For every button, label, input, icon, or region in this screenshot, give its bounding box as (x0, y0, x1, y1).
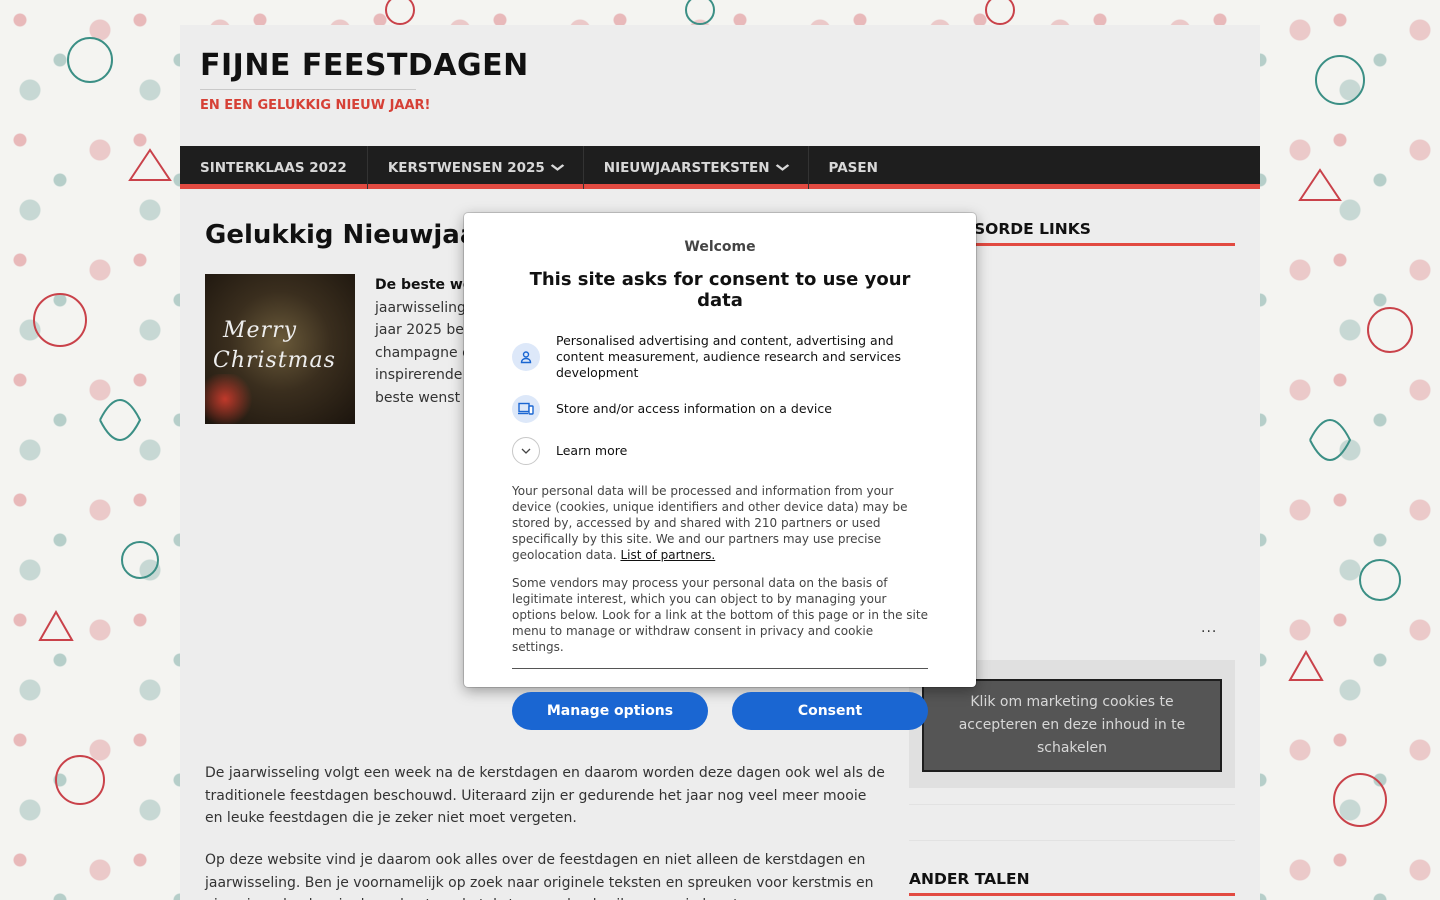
manage-options-button[interactable]: Manage options (512, 692, 708, 730)
learn-more-toggle[interactable]: Learn more (512, 437, 928, 465)
consent-heading: This site asks for consent to use your d… (529, 269, 911, 311)
consent-text-2: Some vendors may process your personal d… (512, 576, 928, 654)
consent-dialog: Welcome This site asks for consent to us… (464, 213, 976, 730)
purpose-label: Personalised advertising and content, ad… (556, 333, 901, 380)
consent-button[interactable]: Consent (732, 692, 928, 730)
chevron-down-icon[interactable] (512, 437, 540, 465)
devices-icon (512, 395, 540, 423)
consent-welcome: Welcome (684, 239, 756, 255)
purpose-personalised-ads: Personalised advertising and content, ad… (512, 333, 928, 381)
list-of-partners-link[interactable]: List of partners. (620, 548, 715, 562)
learn-more-label[interactable]: Learn more (556, 443, 627, 459)
consent-text-1: Your personal data will be processed and… (512, 483, 928, 563)
purpose-label: Store and/or access information on a dev… (556, 401, 832, 416)
person-icon (512, 343, 540, 371)
consent-button-row: Manage options Consent (512, 692, 928, 730)
consent-divider (512, 668, 928, 669)
purpose-store-access: Store and/or access information on a dev… (512, 395, 928, 423)
